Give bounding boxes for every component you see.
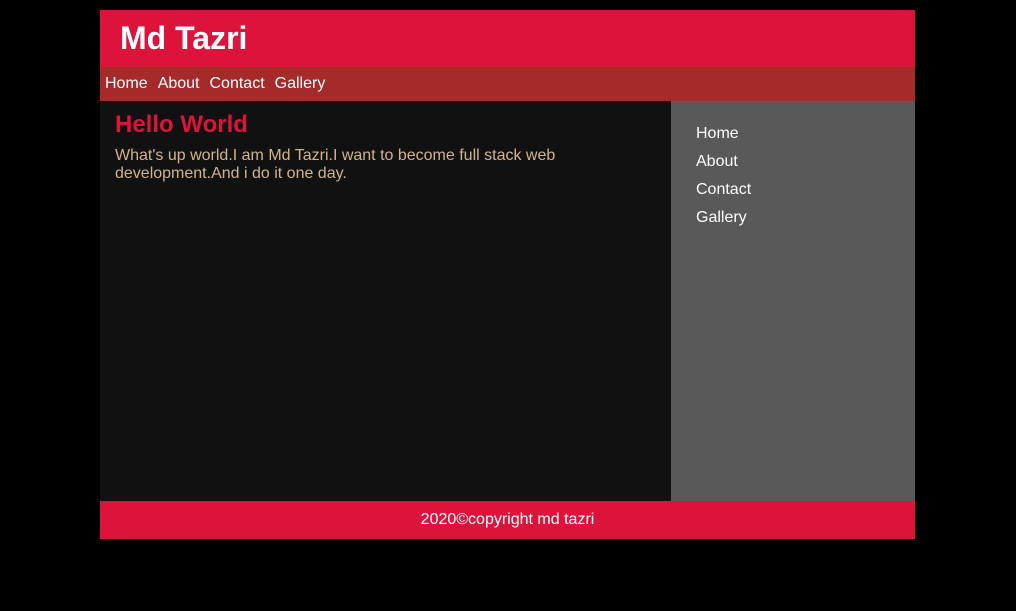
sidebar-list: Home About Contact Gallery — [696, 123, 915, 235]
nav-link-home[interactable]: Home — [105, 67, 148, 101]
sidebar-item: Contact — [696, 179, 915, 207]
site-footer: 2020©copyright md tazri — [100, 501, 915, 539]
sidebar-item: About — [696, 151, 915, 179]
sidebar-link-contact[interactable]: Contact — [696, 181, 751, 198]
main-heading: Hello World — [115, 111, 248, 138]
site-title: Md Tazri — [120, 20, 248, 56]
page-container: Md Tazri Home About Contact Gallery Hell… — [100, 10, 915, 539]
sidebar-link-about[interactable]: About — [696, 153, 738, 170]
sidebar-link-gallery[interactable]: Gallery — [696, 209, 747, 226]
site-header: Md Tazri — [100, 10, 915, 67]
nav-link-contact[interactable]: Contact — [210, 67, 265, 101]
sidebar-link-home[interactable]: Home — [696, 125, 739, 142]
content-area: Hello World What's up world.I am Md Tazr… — [100, 101, 915, 501]
copyright-text: 2020©copyright md tazri — [420, 511, 595, 528]
nav-link-about[interactable]: About — [158, 67, 200, 101]
main-section: Hello World What's up world.I am Md Tazr… — [100, 101, 671, 501]
sidebar: Home About Contact Gallery — [671, 101, 915, 501]
top-navigation: Home About Contact Gallery — [100, 67, 915, 101]
sidebar-item: Gallery — [696, 207, 915, 235]
sidebar-item: Home — [696, 123, 915, 151]
nav-link-gallery[interactable]: Gallery — [275, 67, 326, 101]
main-paragraph: What's up world.I am Md Tazri.I want to … — [115, 147, 556, 182]
